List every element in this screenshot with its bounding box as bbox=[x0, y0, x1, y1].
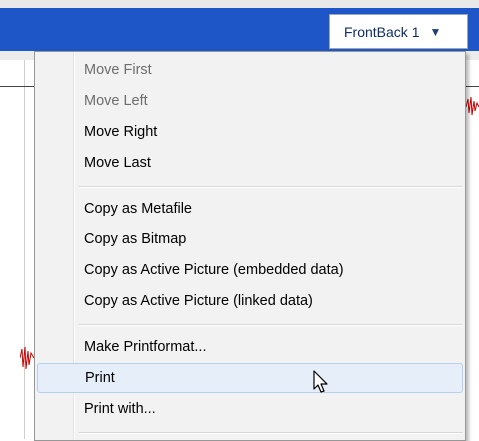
menu-item-label: Make Printformat... bbox=[84, 339, 207, 355]
menu-item-print[interactable]: Print bbox=[37, 363, 463, 393]
menu-item-label: Move First bbox=[84, 62, 152, 78]
menu-item-make-printformat[interactable]: Make Printformat... bbox=[37, 332, 463, 362]
menu-separator bbox=[79, 432, 463, 434]
menu-separator bbox=[79, 324, 463, 326]
menu-item-label: Copy as Metafile bbox=[84, 201, 192, 217]
window-top-strip bbox=[0, 0, 479, 8]
menu-item-move-right[interactable]: Move Right bbox=[37, 117, 463, 147]
menu-item-move-first[interactable]: Move First bbox=[37, 55, 463, 85]
context-menu: Move First Move Left Move Right Move Las… bbox=[34, 51, 466, 441]
waveform-fragment-right bbox=[466, 96, 479, 116]
menu-item-copy-metafile[interactable]: Copy as Metafile bbox=[37, 194, 463, 224]
menu-item-label: Copy as Active Picture (linked data) bbox=[84, 293, 313, 309]
plot-axis-line-right bbox=[466, 86, 479, 87]
plot-border-line bbox=[24, 60, 25, 439]
menu-separator bbox=[79, 186, 463, 188]
menu-item-label: Move Right bbox=[84, 124, 158, 140]
mouse-pointer-icon bbox=[313, 370, 328, 393]
menu-item-label: Move Last bbox=[84, 155, 151, 171]
menu-item-copy-active-picture-linked[interactable]: Copy as Active Picture (linked data) bbox=[37, 286, 463, 316]
menu-item-copy-active-picture-embedded[interactable]: Copy as Active Picture (embedded data) bbox=[37, 255, 463, 285]
menu-item-move-left[interactable]: Move Left bbox=[37, 86, 463, 116]
plot-axis-line bbox=[0, 86, 36, 87]
menu-item-label: Print bbox=[85, 370, 115, 386]
chevron-down-icon: ▼ bbox=[429, 24, 442, 39]
frontback-tab-dropdown[interactable]: FrontBack 1 ▼ bbox=[329, 14, 468, 49]
menu-item-copy-bitmap[interactable]: Copy as Bitmap bbox=[37, 224, 463, 254]
menu-item-print-with[interactable]: Print with... bbox=[37, 394, 463, 424]
menu-item-label: Copy as Active Picture (embedded data) bbox=[84, 262, 344, 278]
tab-label: FrontBack 1 bbox=[344, 23, 420, 40]
menu-item-move-last[interactable]: Move Last bbox=[37, 148, 463, 178]
menu-item-label: Move Left bbox=[84, 93, 148, 109]
waveform-fragment-left bbox=[20, 346, 34, 370]
menu-item-label: Print with... bbox=[84, 401, 156, 417]
menu-item-label: Copy as Bitmap bbox=[84, 231, 187, 247]
